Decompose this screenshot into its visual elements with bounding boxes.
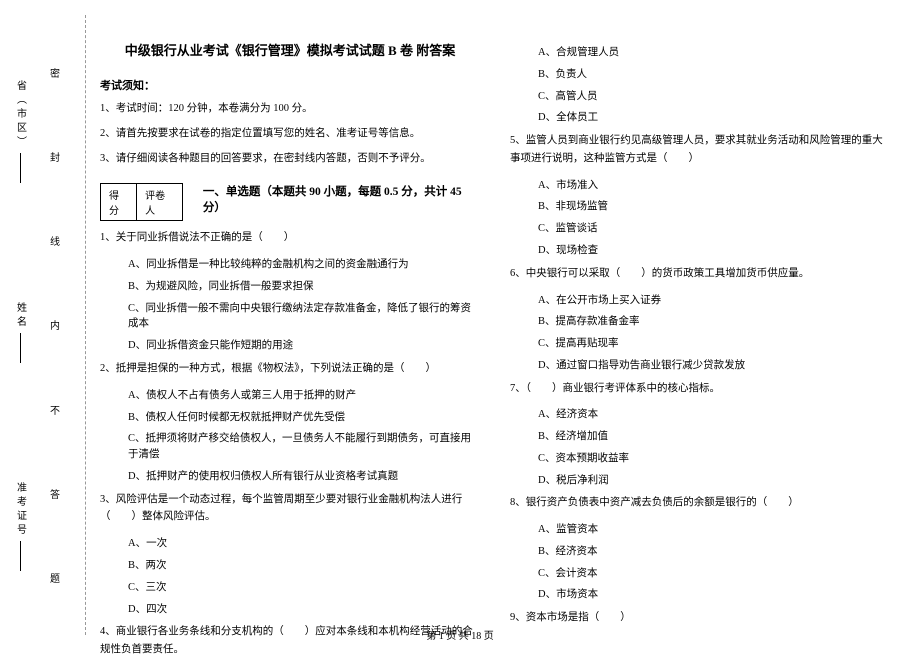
seal-char: 密 bbox=[50, 65, 60, 80]
q2-opt-a: A、债权人不占有债务人或第三人用于抵押的财产 bbox=[128, 388, 480, 404]
vlabel-group-province: 省（市区） bbox=[13, 80, 28, 183]
q1-opt-b: B、为规避风险，同业拆借一般要求担保 bbox=[128, 279, 480, 295]
q7-opt-b: B、经济增加值 bbox=[538, 429, 890, 445]
q4-opt-b: B、负责人 bbox=[538, 67, 890, 83]
seal-char: 线 bbox=[50, 233, 60, 248]
q6-opt-d: D、通过窗口指导劝告商业银行减少贷款发放 bbox=[538, 358, 890, 374]
question-8-stem: 8、银行资产负债表中资产减去负债后的余额是银行的（ ） bbox=[510, 494, 890, 512]
question-1-stem: 1、关于同业拆借说法不正确的是（ ） bbox=[100, 229, 480, 247]
instruction-2: 2、请首先按要求在试卷的指定位置填写您的姓名、准考证号等信息。 bbox=[100, 126, 480, 143]
content-area: 中级银行从业考试《银行管理》模拟考试试题 B 卷 附答案 考试须知： 1、考试时… bbox=[100, 20, 890, 625]
question-2-stem: 2、抵押是担保的一种方式，根据《物权法》，下列说法正确的是（ ） bbox=[100, 360, 480, 378]
q3-opt-a: A、一次 bbox=[128, 536, 480, 552]
q1-opt-d: D、同业拆借资金只能作短期的用途 bbox=[128, 338, 480, 354]
q5-opt-c: C、监管谈话 bbox=[538, 221, 890, 237]
vlabel-ticket: 准考证号 bbox=[13, 482, 28, 538]
q3-opt-d: D、四次 bbox=[128, 602, 480, 618]
score-box: 得分 评卷人 bbox=[100, 183, 183, 221]
page-container: 省（市区） 姓名 准考证号 密 封 线 内 不 答 题 中级银行从业考试《银行管… bbox=[0, 0, 920, 650]
right-column: A、合规管理人员 B、负责人 C、高管人员 D、全体员工 5、监管人员到商业银行… bbox=[510, 20, 890, 625]
seal-markers: 密 封 线 内 不 答 题 bbox=[40, 0, 70, 650]
question-6-stem: 6、中央银行可以采取（ ）的货币政策工具增加货币供应量。 bbox=[510, 265, 890, 283]
vline bbox=[20, 541, 21, 571]
q7-opt-c: C、资本预期收益率 bbox=[538, 451, 890, 467]
binding-dashed-line bbox=[85, 15, 86, 635]
score-cell-grader: 评卷人 bbox=[137, 184, 182, 220]
q2-opt-b: B、债权人任何时候都无权就抵押财产优先受偿 bbox=[128, 410, 480, 426]
vlabel-name: 姓名 bbox=[13, 302, 28, 330]
q2-opt-d: D、抵押财产的使用权归债权人所有银行从业资格考试真题 bbox=[128, 469, 480, 485]
q1-opt-c: C、同业拆借一般不需向中央银行缴纳法定存款准备金，降低了银行的筹资成本 bbox=[128, 301, 480, 333]
vlabel-province: 省（市区） bbox=[13, 80, 28, 150]
seal-char: 不 bbox=[50, 402, 60, 417]
q3-opt-b: B、两次 bbox=[128, 558, 480, 574]
q5-opt-b: B、非现场监管 bbox=[538, 199, 890, 215]
q4-opt-c: C、高管人员 bbox=[538, 89, 890, 105]
q2-opt-c: C、抵押须将财产移交给债权人，一旦债务人不能履行到期债务，可直接用于清偿 bbox=[128, 431, 480, 463]
q5-opt-a: A、市场准入 bbox=[538, 178, 890, 194]
q5-opt-d: D、现场检查 bbox=[538, 243, 890, 259]
seal-char: 封 bbox=[50, 149, 60, 164]
score-cell-score: 得分 bbox=[101, 184, 137, 220]
part-heading: 一、单选题（本题共 90 小题，每题 0.5 分，共计 45 分） bbox=[203, 183, 480, 215]
q8-opt-b: B、经济资本 bbox=[538, 544, 890, 560]
q6-opt-a: A、在公开市场上买入证券 bbox=[538, 293, 890, 309]
seal-char: 内 bbox=[50, 317, 60, 332]
vline bbox=[20, 153, 21, 183]
q6-opt-c: C、提高再贴现率 bbox=[538, 336, 890, 352]
seal-char: 题 bbox=[50, 570, 60, 585]
notice-label: 考试须知： bbox=[100, 77, 480, 93]
question-9-stem: 9、资本市场是指（ ） bbox=[510, 609, 890, 627]
q7-opt-a: A、经济资本 bbox=[538, 407, 890, 423]
vline bbox=[20, 333, 21, 363]
question-5-stem: 5、监管人员到商业银行约见高级管理人员，要求其就业务活动和风险管理的重大事项进行… bbox=[510, 132, 890, 168]
q8-opt-d: D、市场资本 bbox=[538, 587, 890, 603]
q1-opt-a: A、同业拆借是一种比较纯粹的金融机构之间的资金融通行为 bbox=[128, 257, 480, 273]
instruction-1: 1、考试时间：120 分钟，本卷满分为 100 分。 bbox=[100, 101, 480, 118]
vlabel-group-name: 姓名 bbox=[13, 302, 28, 363]
exam-title: 中级银行从业考试《银行管理》模拟考试试题 B 卷 附答案 bbox=[100, 40, 480, 59]
left-column: 中级银行从业考试《银行管理》模拟考试试题 B 卷 附答案 考试须知： 1、考试时… bbox=[100, 20, 480, 625]
q4-opt-a: A、合规管理人员 bbox=[538, 45, 890, 61]
vlabel-group-ticket: 准考证号 bbox=[13, 482, 28, 571]
seal-char: 答 bbox=[50, 486, 60, 501]
q8-opt-a: A、监管资本 bbox=[538, 522, 890, 538]
q4-opt-d: D、全体员工 bbox=[538, 110, 890, 126]
q6-opt-b: B、提高存款准备金率 bbox=[538, 314, 890, 330]
instruction-3: 3、请仔细阅读各种题目的回答要求，在密封线内答题，否则不予评分。 bbox=[100, 151, 480, 168]
part-heading-row: 得分 评卷人 一、单选题（本题共 90 小题，每题 0.5 分，共计 45 分） bbox=[100, 175, 480, 229]
question-7-stem: 7、（ ）商业银行考评体系中的核心指标。 bbox=[510, 380, 890, 398]
vertical-labels: 省（市区） 姓名 准考证号 bbox=[0, 0, 40, 650]
q3-opt-c: C、三次 bbox=[128, 580, 480, 596]
question-3-stem: 3、风险评估是一个动态过程，每个监管周期至少要对银行业金融机构法人进行（ ）整体… bbox=[100, 491, 480, 527]
page-footer: 第 1 页 共 18 页 bbox=[0, 627, 920, 642]
q8-opt-c: C、会计资本 bbox=[538, 566, 890, 582]
q7-opt-d: D、税后净利润 bbox=[538, 473, 890, 489]
